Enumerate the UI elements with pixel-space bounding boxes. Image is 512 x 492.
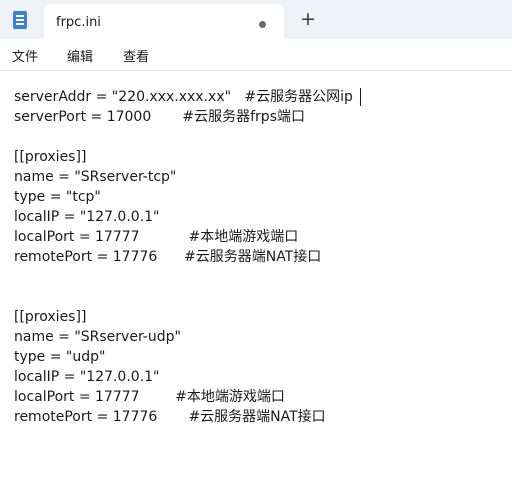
text-editor[interactable] <box>0 71 512 492</box>
editor-line: [[proxies]] <box>14 149 87 165</box>
editor-line: serverAddr = "220.xxx.xxx.xx" #云服务器公网ip <box>14 89 353 105</box>
menu-edit[interactable]: 编辑 <box>67 46 93 65</box>
menu-file[interactable]: 文件 <box>12 46 38 65</box>
text-caret <box>360 88 361 106</box>
editor-line: remotePort = 17776 #云服务器端NAT接口 <box>14 249 322 265</box>
tab-frpc-ini[interactable]: frpc.ini <box>44 4 284 39</box>
unsaved-dot-icon[interactable] <box>259 21 266 28</box>
editor-line: name = "SRserver-udp" <box>14 329 181 345</box>
notepad-icon <box>13 11 27 29</box>
editor-line: localIP = "127.0.0.1" <box>14 369 160 385</box>
editor-line: localPort = 17777 #本地端游戏端口 <box>14 229 299 245</box>
title-bar: frpc.ini + <box>0 0 512 39</box>
menu-bar: 文件 编辑 查看 <box>0 39 512 70</box>
editor-line: serverPort = 17000 #云服务器frps端口 <box>14 109 305 125</box>
menu-view[interactable]: 查看 <box>123 46 149 65</box>
editor-line: localPort = 17777 #本地端游戏端口 <box>14 389 285 405</box>
editor-line: [[proxies]] <box>14 309 87 325</box>
editor-line: remotePort = 17776 #云服务器端NAT接口 <box>14 409 326 425</box>
editor-line: name = "SRserver-tcp" <box>14 169 177 185</box>
tab-title: frpc.ini <box>56 15 101 30</box>
editor-line: type = "udp" <box>14 349 106 365</box>
editor-line: localIP = "127.0.0.1" <box>14 209 160 225</box>
editor-line: type = "tcp" <box>14 189 101 205</box>
new-tab-button[interactable]: + <box>297 8 319 30</box>
